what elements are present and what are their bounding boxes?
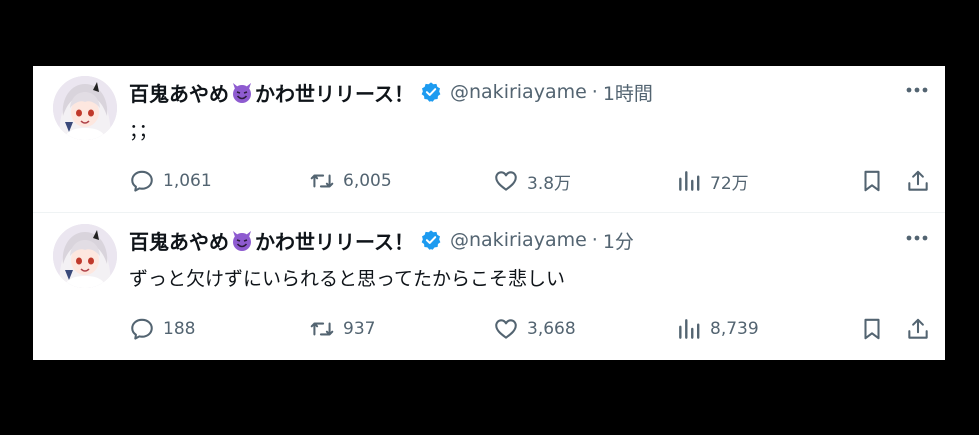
display-name-main: 百鬼あやめ xyxy=(129,229,229,254)
tweet-divider xyxy=(33,212,945,213)
smiling-devil-emoji-icon xyxy=(233,83,251,103)
reply-count: 1,061 xyxy=(163,171,212,191)
retweet-count: 6,005 xyxy=(343,171,392,191)
display-name[interactable]: 百鬼あやめ かわ世リリース！ xyxy=(129,226,414,255)
avatar[interactable] xyxy=(53,224,117,288)
views-chart-icon xyxy=(679,319,700,339)
share-button[interactable] xyxy=(905,166,931,196)
retweet-icon xyxy=(310,322,334,336)
user-handle[interactable]: @nakiriayame xyxy=(450,81,587,103)
display-name-main: 百鬼あやめ xyxy=(129,81,229,106)
separator-dot: · xyxy=(591,81,598,103)
user-handle[interactable]: @nakiriayame xyxy=(450,229,587,251)
more-options-icon[interactable] xyxy=(903,228,931,248)
views-chart-icon xyxy=(679,171,700,191)
display-name[interactable]: 百鬼あやめ かわ世リリース！ xyxy=(129,78,414,107)
like-count: 3.8万 xyxy=(527,173,572,194)
like-button[interactable]: 3,668 xyxy=(493,314,576,344)
views-button[interactable]: 8,739 xyxy=(676,314,759,344)
tweet-actions: 188 937 3,668 8,739 xyxy=(129,314,939,344)
tweet-text: ずっと欠けずにいられると思ってたからこそ悲しい xyxy=(129,268,566,290)
views-count: 72万 xyxy=(710,173,749,194)
retweet-icon xyxy=(310,174,334,188)
verified-badge-icon xyxy=(421,82,441,102)
reply-button[interactable]: 1,061 xyxy=(129,166,212,196)
smiling-devil-emoji-icon xyxy=(233,231,251,251)
verified-badge-icon xyxy=(421,230,441,250)
avatar[interactable] xyxy=(53,76,117,140)
bookmark-button[interactable] xyxy=(859,166,885,196)
like-count: 3,668 xyxy=(527,319,576,339)
heart-icon xyxy=(495,319,517,339)
more-options-icon[interactable] xyxy=(903,80,931,100)
tweet-actions: 1,061 6,005 3.8万 72万 xyxy=(129,166,939,196)
retweet-count: 937 xyxy=(343,319,376,339)
reply-count: 188 xyxy=(163,319,196,339)
views-count: 8,739 xyxy=(710,319,759,339)
tweet-header: 百鬼あやめ かわ世リリース！ @nakiriayame · 1時間 xyxy=(129,78,653,106)
retweet-button[interactable]: 937 xyxy=(309,314,375,344)
share-icon xyxy=(908,170,928,191)
like-button[interactable]: 3.8万 xyxy=(493,166,571,196)
display-name-suffix: かわ世リリース！ xyxy=(255,81,414,106)
share-button[interactable] xyxy=(905,314,931,344)
reply-button[interactable]: 188 xyxy=(129,314,195,344)
tweet-header: 百鬼あやめ かわ世リリース！ @nakiriayame · 1分 xyxy=(129,226,634,254)
reply-icon xyxy=(131,318,153,340)
separator-dot: · xyxy=(591,229,598,251)
retweet-button[interactable]: 6,005 xyxy=(309,166,392,196)
timestamp[interactable]: 1分 xyxy=(603,227,634,254)
tweet-list: 百鬼あやめ かわ世リリース！ @nakiriayame · 1時間 ；； 1,0… xyxy=(33,66,945,360)
reply-icon xyxy=(131,170,153,192)
tweet-text: ；； xyxy=(129,120,158,142)
share-icon xyxy=(908,318,928,339)
bookmark-icon xyxy=(864,318,880,340)
tweet-card[interactable]: 百鬼あやめ かわ世リリース！ @nakiriayame · 1時間 ；； 1,0… xyxy=(33,66,945,212)
bookmark-button[interactable] xyxy=(859,314,885,344)
tweet-card[interactable]: 百鬼あやめ かわ世リリース！ @nakiriayame · 1分 ずっと欠けずに… xyxy=(33,214,945,360)
views-button[interactable]: 72万 xyxy=(676,166,749,196)
heart-icon xyxy=(495,171,517,191)
timestamp[interactable]: 1時間 xyxy=(603,79,653,106)
display-name-suffix: かわ世リリース！ xyxy=(255,229,414,254)
bookmark-icon xyxy=(864,170,880,192)
